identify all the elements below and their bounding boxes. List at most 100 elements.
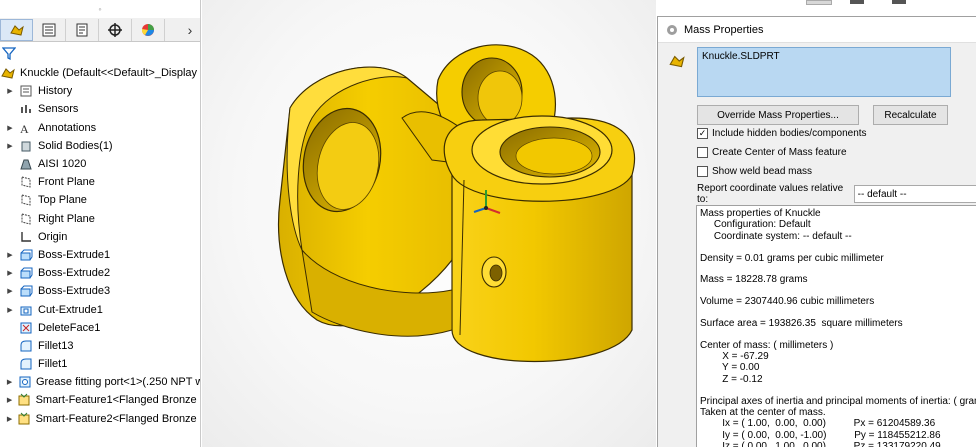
option-create-com[interactable]: Create Center of Mass feature xyxy=(697,147,847,158)
option-include-hidden[interactable]: ✓ Include hidden bodies/components xyxy=(697,128,867,139)
graphics-area[interactable] xyxy=(202,0,656,447)
tree-item-boss-extrude2[interactable]: ▶ Boss-Extrude2 xyxy=(0,264,200,282)
results-line: Volume = 2307440.96 cubic millimeters xyxy=(700,296,875,308)
tree-item-annotations[interactable]: ▶ A Annotations xyxy=(0,119,200,137)
expand-arrow-icon[interactable]: ▶ xyxy=(5,396,14,404)
tree-item-sensors[interactable]: Sensors xyxy=(0,100,200,118)
tree-item-label: Cut-Extrude1 xyxy=(38,303,103,316)
tree-item-boss-extrude1[interactable]: ▶ Boss-Extrude1 xyxy=(0,246,200,264)
tree-item-right-plane[interactable]: Right Plane xyxy=(0,210,200,228)
recalculate-button[interactable]: Recalculate xyxy=(873,105,948,125)
override-mass-properties-button[interactable]: Override Mass Properties... xyxy=(697,105,859,125)
weld-bead-label: Show weld bead mass xyxy=(712,166,813,177)
dialog-titlebar[interactable]: Mass Properties xyxy=(658,17,976,43)
tree-item-solid-bodies-1[interactable]: ▶ Solid Bodies(1) xyxy=(0,137,200,155)
tree-item-front-plane[interactable]: Front Plane xyxy=(0,173,200,191)
toolbar-icon-fragment xyxy=(892,0,906,4)
plane-icon xyxy=(18,175,34,189)
property-manager-tab[interactable] xyxy=(33,18,66,41)
tree-item-cut-extrude1[interactable]: ▶ Cut-Extrude1 xyxy=(0,300,200,318)
configuration-manager-icon xyxy=(76,23,88,36)
results-line: Mass = 18228.78 grams xyxy=(700,274,808,286)
origin-icon xyxy=(18,230,34,244)
results-line xyxy=(700,242,973,252)
expand-arrow-icon[interactable]: ▶ xyxy=(5,306,15,314)
tree-item-label: Annotations xyxy=(38,121,97,134)
results-line: Ix = ( 1.00, 0.00, 0.00) Px = 61204589.3… xyxy=(700,418,936,430)
tree-item-grease-fitting-port-1-250-npt-with[interactable]: ▶ Grease fitting port<1>(.250 NPT with xyxy=(0,373,201,391)
expand-arrow-icon[interactable]: ▶ xyxy=(5,269,15,277)
weld-bead-checkbox[interactable] xyxy=(697,166,708,177)
tree-item-fillet1[interactable]: Fillet1 xyxy=(0,355,200,373)
coordinate-system-row: Report coordinate values relative to: --… xyxy=(697,183,976,205)
feature-manager-panel: ◦ › Knuckle (Default<<Default>_Display S… xyxy=(0,0,201,447)
results-line xyxy=(700,264,973,274)
tree-item-label: Boss-Extrude3 xyxy=(38,285,111,298)
tree-item-aisi-1020[interactable]: AISI 1020 xyxy=(0,155,200,173)
manager-tab-bar: › xyxy=(0,18,200,42)
tree-item-label: Boss-Extrude1 xyxy=(38,248,111,261)
tree-item-deleteface1[interactable]: DeleteFace1 xyxy=(0,319,200,337)
knuckle-model[interactable] xyxy=(202,0,656,447)
tree-item-smart-feature1-flanged-bronze-bea[interactable]: ▶ Smart-Feature1<Flanged Bronze bea xyxy=(0,391,200,409)
create-com-label: Create Center of Mass feature xyxy=(712,147,847,158)
main-boss xyxy=(443,115,636,363)
selected-items-list[interactable]: Knuckle.SLDPRT xyxy=(697,47,951,97)
results-line: X = -67.29 xyxy=(700,351,769,363)
svg-text:A: A xyxy=(20,122,29,135)
results-line: Surface area = 193826.35 square millimet… xyxy=(700,317,903,329)
feature-manager-icon xyxy=(9,24,24,36)
coordinate-system-select[interactable]: -- default -- xyxy=(853,185,976,203)
plane-icon xyxy=(18,193,34,207)
dialog-title: Mass Properties xyxy=(684,23,764,36)
option-weld-bead[interactable]: Show weld bead mass xyxy=(697,166,812,177)
tree-item-history[interactable]: ▶ History xyxy=(0,82,200,100)
tree-root-label: Knuckle (Default<<Default>_Display Sta xyxy=(20,67,201,80)
tree-item-top-plane[interactable]: Top Plane xyxy=(0,191,200,209)
coordinate-label: Report coordinate values relative to: xyxy=(697,183,844,205)
smart-feature-icon xyxy=(17,412,32,426)
tree-item-label: DeleteFace1 xyxy=(38,321,101,334)
create-com-checkbox[interactable] xyxy=(697,147,708,158)
plane-icon xyxy=(18,212,34,226)
tree-item-label: Fillet13 xyxy=(38,339,74,352)
tree-item-smart-feature2-flanged-bronze-bea[interactable]: ▶ Smart-Feature2<Flanged Bronze bea xyxy=(0,410,200,428)
feature-manager-tab[interactable] xyxy=(0,18,33,41)
more-tabs-button[interactable]: › xyxy=(179,22,200,38)
cut-extrude-icon xyxy=(18,303,34,317)
results-line xyxy=(700,308,973,318)
tree-filter[interactable] xyxy=(2,43,16,63)
extrude-icon xyxy=(18,248,34,262)
hole-wizard-icon xyxy=(17,375,32,389)
coordinate-value: -- default -- xyxy=(857,188,907,200)
expand-arrow-icon[interactable]: ▶ xyxy=(5,251,15,259)
tree-item-origin[interactable]: Origin xyxy=(0,228,200,246)
display-manager-tab[interactable] xyxy=(132,18,165,41)
include-hidden-checkbox[interactable]: ✓ xyxy=(697,128,708,139)
tree-root-item[interactable]: Knuckle (Default<<Default>_Display Sta xyxy=(0,64,201,82)
tree-item-fillet13[interactable]: Fillet13 xyxy=(0,337,200,355)
expand-arrow-icon[interactable]: ▶ xyxy=(5,87,15,95)
expand-arrow-icon[interactable]: ▶ xyxy=(5,415,14,423)
toolbar-button-fragment[interactable] xyxy=(806,0,832,5)
panel-grip-icon[interactable]: ◦ xyxy=(0,0,200,18)
expand-arrow-icon[interactable]: ▶ xyxy=(5,142,15,150)
tree-item-label: Grease fitting port<1>(.250 NPT with xyxy=(35,376,201,389)
selected-item[interactable]: Knuckle.SLDPRT xyxy=(702,51,780,62)
tree-item-label: Right Plane xyxy=(38,212,95,225)
expand-arrow-icon[interactable]: ▶ xyxy=(5,124,15,132)
filter-icon xyxy=(2,47,16,60)
tree-item-boss-extrude3[interactable]: ▶ Boss-Extrude3 xyxy=(0,282,200,300)
dimxpert-tab[interactable] xyxy=(99,18,132,41)
mass-properties-results[interactable]: Mass properties of Knuckle Configuration… xyxy=(696,205,976,447)
configuration-manager-tab[interactable] xyxy=(66,18,99,41)
expand-arrow-icon[interactable]: ▶ xyxy=(5,287,15,295)
tree-item-label: Solid Bodies(1) xyxy=(38,139,113,152)
results-line: Configuration: Default xyxy=(700,219,811,231)
tree-item-label: Origin xyxy=(38,230,68,243)
toolbar-icon-fragment xyxy=(850,0,864,4)
results-line: Iz = ( 0.00, 1.00, 0.00) Pz = 133179220.… xyxy=(700,441,941,447)
tree-item-label: History xyxy=(38,85,73,98)
expand-arrow-icon[interactable]: ▶ xyxy=(5,378,14,386)
results-line: Density = 0.01 grams per cubic millimete… xyxy=(700,252,884,264)
